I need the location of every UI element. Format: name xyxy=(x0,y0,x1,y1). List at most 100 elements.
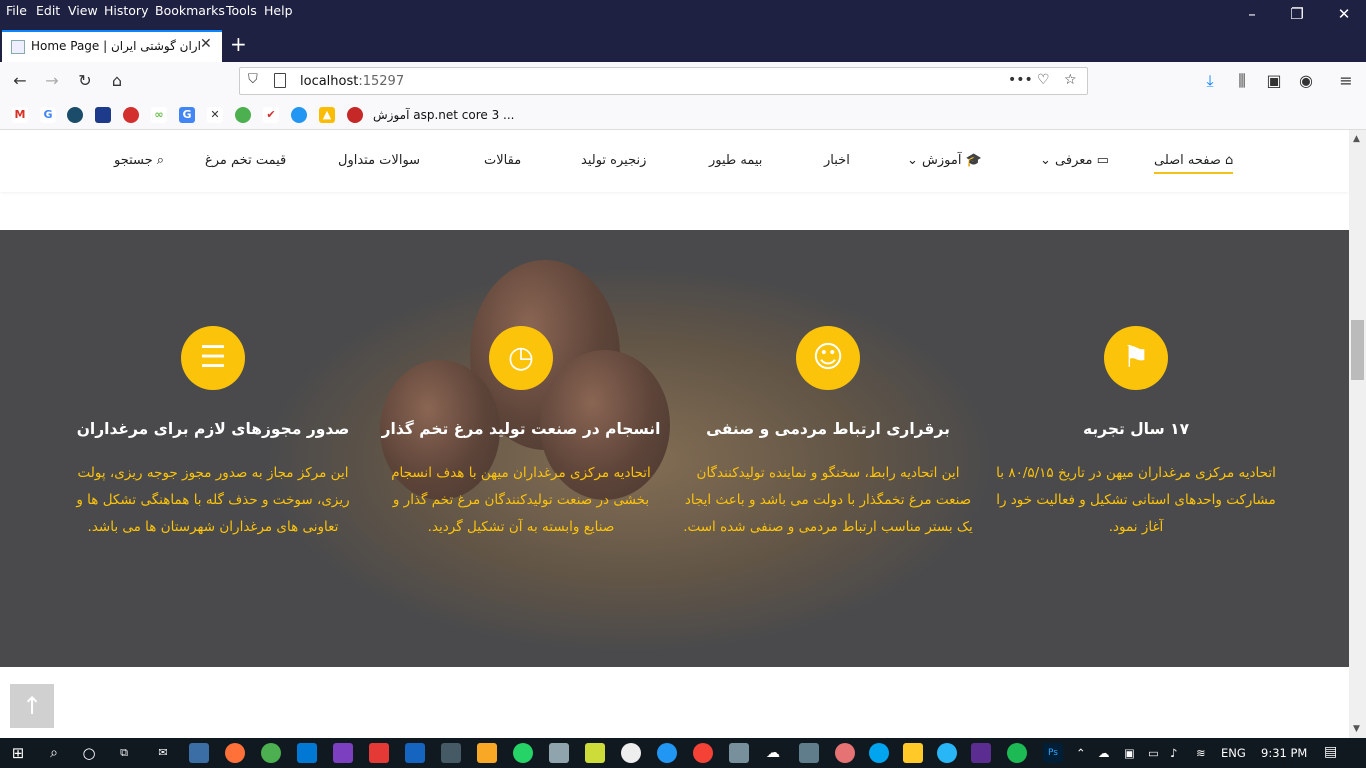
volume-icon[interactable]: ♪ xyxy=(1170,746,1177,760)
menu-view[interactable]: View xyxy=(68,3,98,18)
nav-faq[interactable]: سوالات متداول xyxy=(338,153,420,168)
nav-poultry-insurance[interactable]: بیمه طیور xyxy=(709,153,762,168)
forward-icon[interactable]: → xyxy=(40,70,64,92)
translate-icon[interactable]: G xyxy=(179,107,195,123)
vscode-icon[interactable] xyxy=(297,743,317,763)
nav-articles[interactable]: مقالات xyxy=(484,153,521,168)
edge-icon[interactable] xyxy=(869,743,889,763)
bookmark-asp-net-core[interactable]: آموزش asp.net core 3 ... xyxy=(373,108,514,122)
language-indicator[interactable]: ENG xyxy=(1221,746,1246,760)
menu-tools[interactable]: Tools xyxy=(226,3,257,18)
nav-home[interactable]: ⌂ صفحه اصلی xyxy=(1154,153,1234,174)
mail-icon[interactable]: ✉ xyxy=(153,743,173,763)
nav-education[interactable]: 🎓 آموزش ⌄ xyxy=(907,153,982,168)
hamburger-menu-icon[interactable]: ≡ xyxy=(1334,70,1358,92)
scroll-down-icon[interactable]: ▼ xyxy=(1353,724,1360,734)
app-icon[interactable] xyxy=(477,743,497,763)
tray-chevron-icon[interactable]: ⌃ xyxy=(1076,746,1086,760)
bookmark-site-icon[interactable] xyxy=(67,107,83,123)
app-icon[interactable] xyxy=(835,743,855,763)
photoshop-icon[interactable]: Ps xyxy=(1043,743,1063,763)
bookmark-site-icon[interactable]: ∞ xyxy=(151,107,167,123)
home-icon[interactable]: ⌂ xyxy=(105,70,129,92)
wifi-icon[interactable]: ≋ xyxy=(1196,746,1206,760)
account-icon[interactable]: ◉ xyxy=(1294,70,1318,92)
bookmark-site-icon[interactable] xyxy=(95,107,111,123)
page-actions-icon[interactable]: ••• xyxy=(1008,72,1033,88)
cortana-icon[interactable]: ○ xyxy=(79,743,99,763)
telegram-icon[interactable] xyxy=(937,743,957,763)
calculator-icon[interactable] xyxy=(799,743,819,763)
nav-egg-price[interactable]: قیمت تخم مرغ xyxy=(205,153,286,168)
menu-edit[interactable]: Edit xyxy=(36,3,60,18)
notepad-icon[interactable] xyxy=(549,743,569,763)
tab-home-page[interactable]: Home Page | مرغداران گوشتی ایران ✕ xyxy=(2,30,222,62)
bookmark-site-icon[interactable] xyxy=(123,107,139,123)
tab-close-icon[interactable]: ✕ xyxy=(200,36,212,52)
minimize-icon[interactable]: – xyxy=(1240,2,1264,26)
firefox-icon[interactable] xyxy=(225,743,245,763)
tray-app-icon[interactable]: ▣ xyxy=(1124,746,1135,760)
file-explorer-icon[interactable] xyxy=(903,743,923,763)
address-bar[interactable]: ⛉ localhost:15297 ••• ♡ ☆ xyxy=(239,67,1088,95)
chevron-down-icon: ⌄ xyxy=(1040,153,1056,168)
scrollbar-thumb[interactable] xyxy=(1351,320,1364,380)
app-icon[interactable] xyxy=(971,743,991,763)
download-icon[interactable]: ⤓ xyxy=(1198,70,1222,92)
bookmark-site-icon[interactable] xyxy=(235,107,251,123)
page-favicon-icon xyxy=(11,40,25,54)
menu-bookmarks[interactable]: Bookmarks xyxy=(155,3,225,18)
restore-icon[interactable]: ❐ xyxy=(1285,2,1309,26)
app-icon[interactable] xyxy=(729,743,749,763)
soundcloud-icon[interactable]: ☁ xyxy=(763,743,783,763)
whatsapp-icon[interactable] xyxy=(513,743,533,763)
new-tab-button[interactable]: + xyxy=(230,32,247,56)
clock[interactable]: 9:31 PM xyxy=(1261,746,1307,760)
bookmark-site-icon[interactable]: ✕ xyxy=(207,107,223,123)
vertical-scrollbar[interactable]: ▲ ▼ xyxy=(1349,130,1366,738)
library-icon[interactable]: ⫼ xyxy=(1230,70,1254,92)
scroll-up-icon[interactable]: ▲ xyxy=(1353,134,1360,144)
app-icon[interactable] xyxy=(693,743,713,763)
app-icon[interactable] xyxy=(585,743,605,763)
app-icon[interactable] xyxy=(657,743,677,763)
reload-icon[interactable]: ↻ xyxy=(73,70,97,92)
search-icon[interactable]: ⌕ xyxy=(44,743,64,763)
app-icon[interactable] xyxy=(621,743,641,763)
scroll-to-top-button[interactable]: ↑ xyxy=(10,684,54,728)
battery-icon[interactable]: ▭ xyxy=(1148,746,1159,760)
nav-search[interactable]: ⌕ جستجو xyxy=(114,153,164,168)
menu-file[interactable]: File xyxy=(6,3,27,18)
url-text[interactable]: localhost:15297 xyxy=(300,74,404,89)
back-icon[interactable]: ← xyxy=(8,70,32,92)
nav-intro[interactable]: ▭ معرفی ⌄ xyxy=(1040,153,1109,168)
notifications-icon[interactable]: ▤ xyxy=(1324,744,1337,760)
task-view-icon[interactable]: ⧉ xyxy=(114,743,134,763)
bookmark-star-icon[interactable]: ☆ xyxy=(1064,72,1077,88)
gmail-icon[interactable]: M xyxy=(12,107,28,123)
drive-icon[interactable]: ▲ xyxy=(319,107,335,123)
checkmark-icon[interactable]: ✔ xyxy=(263,107,279,123)
chrome-icon[interactable] xyxy=(261,743,281,763)
nav-news[interactable]: اخبار xyxy=(824,153,850,168)
menu-help[interactable]: Help xyxy=(264,3,293,18)
visual-studio-icon[interactable] xyxy=(333,743,353,763)
spotify-icon[interactable] xyxy=(1007,743,1027,763)
sidebar-icon[interactable]: ▣ xyxy=(1262,70,1286,92)
app-icon[interactable] xyxy=(441,743,461,763)
app-icon[interactable] xyxy=(189,743,209,763)
close-window-icon[interactable]: ✕ xyxy=(1332,2,1356,26)
nav-supply-chain[interactable]: زنجیره تولید xyxy=(581,153,646,168)
google-icon[interactable]: G xyxy=(40,107,56,123)
onedrive-icon[interactable]: ☁ xyxy=(1098,746,1110,760)
bookmark-site-icon[interactable] xyxy=(347,107,363,123)
app-icon[interactable] xyxy=(405,743,425,763)
pocket-icon[interactable]: ♡ xyxy=(1037,72,1050,88)
page-info-icon[interactable] xyxy=(274,73,286,88)
tracking-shield-icon[interactable]: ⛉ xyxy=(248,72,258,87)
menu-history[interactable]: History xyxy=(104,3,148,18)
bookmarks-toolbar: M G ∞ G ✕ ✔ ▲ آموزش asp.net core 3 ... xyxy=(0,100,1366,130)
windows-start-icon[interactable]: ⊞ xyxy=(8,743,28,763)
bookmark-site-icon[interactable] xyxy=(291,107,307,123)
app-icon[interactable] xyxy=(369,743,389,763)
